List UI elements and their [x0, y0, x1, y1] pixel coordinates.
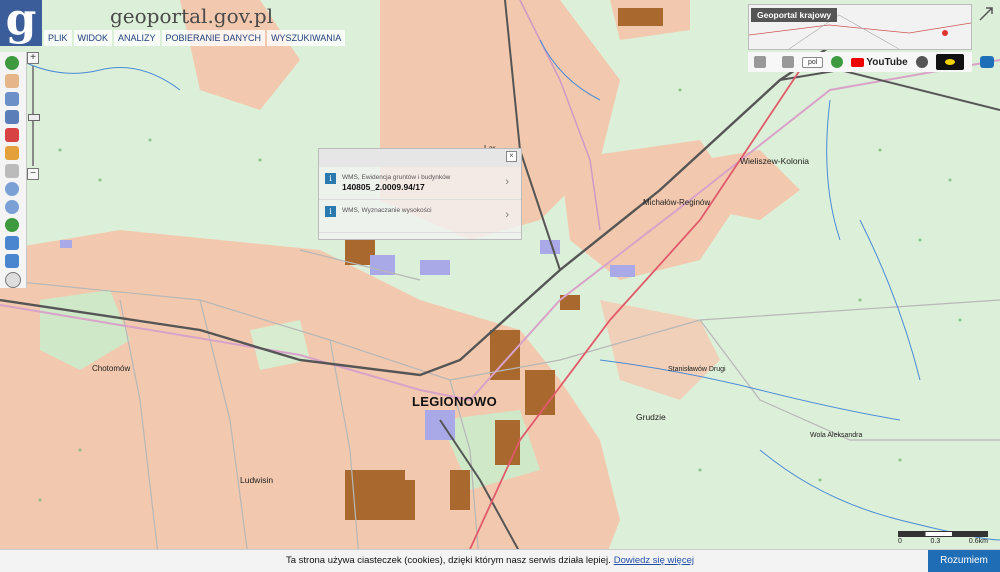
left-toolbar [0, 52, 27, 288]
identify-popup: × i WMS, Ewidencja gruntów i budynków 14… [318, 148, 522, 240]
place-label-wieliszew: Wieliszew-Kolonia [740, 156, 809, 166]
menu-item-plik[interactable]: PLIK [44, 30, 72, 46]
globe-icon[interactable] [5, 218, 19, 232]
visibility-icon[interactable] [980, 56, 994, 68]
chevron-right-icon[interactable]: › [505, 209, 509, 221]
place-label-wola: Wola Aleksandra [810, 432, 863, 439]
youtube-icon [851, 57, 865, 67]
popup-layer-name: WMS, Wyznaczanie wysokości [342, 207, 432, 214]
arrow-back-icon[interactable] [5, 236, 19, 250]
info-icon[interactable] [5, 56, 19, 70]
info-icon: i [325, 173, 336, 184]
youtube-label: YouTube [866, 56, 908, 68]
menu-item-wyszukiwania[interactable]: WYSZUKIWANIA [267, 30, 346, 46]
scale-bar: 0 0.3 0.6km [898, 531, 988, 547]
eye-icon [944, 59, 955, 65]
place-label-stanislawow: Stanisławów Drugi [668, 366, 726, 373]
geoportal-logo[interactable]: g [0, 0, 42, 46]
place-label-grudzie: Grudzie [636, 412, 666, 422]
close-icon[interactable]: × [506, 151, 517, 162]
menu-item-widok[interactable]: WIDOK [73, 30, 113, 46]
place-label-michalow: Michałów-Reginów [643, 198, 711, 207]
chevron-right-icon[interactable]: › [505, 176, 509, 188]
high-contrast-button[interactable] [935, 54, 964, 70]
popup-header: × [319, 149, 521, 167]
pan-hand-icon[interactable] [5, 74, 19, 88]
brand-title: geoportal.gov.pl [110, 4, 274, 28]
print-icon[interactable] [782, 56, 794, 68]
place-label-ludwisin: Ludwisin [240, 475, 274, 485]
popup-layer-name: WMS, Ewidencja gruntów i budynków [342, 174, 451, 181]
zoom-slider[interactable]: + − [27, 52, 40, 182]
cookie-accept-button[interactable]: Rozumiem [928, 550, 1000, 572]
help-icon[interactable] [831, 56, 844, 68]
logo-letter: g [5, 0, 37, 45]
main-menu: PLIK WIDOK ANALIZY POBIERANIE DANYCH WYS… [44, 30, 346, 46]
right-toolbar: pol YouTube [748, 52, 972, 72]
popup-result-item[interactable]: i WMS, Ewidencja gruntów i budynków 1408… [319, 167, 521, 200]
popup-result-item[interactable]: i WMS, Wyznaczanie wysokości › [319, 200, 521, 233]
popup-parcel-id: 140805_2.0009.94/17 [342, 182, 425, 192]
zoom-plus-button[interactable]: + [27, 52, 39, 64]
accessibility-icon[interactable] [915, 56, 928, 68]
zoom-in-icon[interactable] [5, 182, 19, 196]
zoom-handle[interactable] [28, 114, 40, 121]
xyz-coordinates-icon[interactable] [5, 164, 19, 178]
overview-label: Geoportal krajowy [751, 8, 838, 22]
place-label-legionowo: LEGIONOWO [412, 394, 498, 409]
scale-label: 0.6km [968, 538, 988, 545]
pencil-icon[interactable] [5, 146, 19, 160]
overview-map[interactable]: Geoportal krajowy [748, 4, 972, 50]
scale-label: 0 [898, 538, 902, 545]
menu-item-pobieranie-danych[interactable]: POBIERANIE DANYCH [161, 30, 266, 46]
print-area-icon[interactable] [5, 128, 19, 142]
cookie-text: Ta strona używa ciasteczek (cookies), dz… [286, 555, 611, 566]
cookie-message: Ta strona używa ciasteczek (cookies), dz… [286, 555, 694, 566]
layers-icon[interactable] [5, 92, 19, 106]
clear-icon[interactable] [5, 272, 21, 288]
zoom-out-icon[interactable] [5, 200, 19, 214]
arrow-forward-icon[interactable] [5, 254, 19, 268]
youtube-link[interactable]: YouTube [851, 56, 908, 68]
scale-label: 0.3 [930, 538, 941, 545]
scale-bar-graphic [898, 531, 988, 537]
cookie-banner: Ta strona używa ciasteczek (cookies), dz… [0, 549, 1000, 572]
zoom-box-icon[interactable] [5, 110, 19, 124]
info-icon: i [325, 206, 336, 217]
zoom-track[interactable] [28, 66, 40, 166]
zoom-minus-button[interactable]: − [27, 168, 39, 180]
overview-toggle-icon[interactable] [976, 4, 996, 24]
map-canvas[interactable] [0, 0, 1000, 571]
document-icon[interactable] [754, 56, 766, 68]
place-label-chotomow: Chotomów [92, 364, 131, 373]
cookie-more-link[interactable]: Dowiedz się więcej [614, 555, 694, 566]
menu-item-analizy[interactable]: ANALIZY [114, 30, 160, 46]
language-select[interactable]: pol [802, 56, 824, 68]
